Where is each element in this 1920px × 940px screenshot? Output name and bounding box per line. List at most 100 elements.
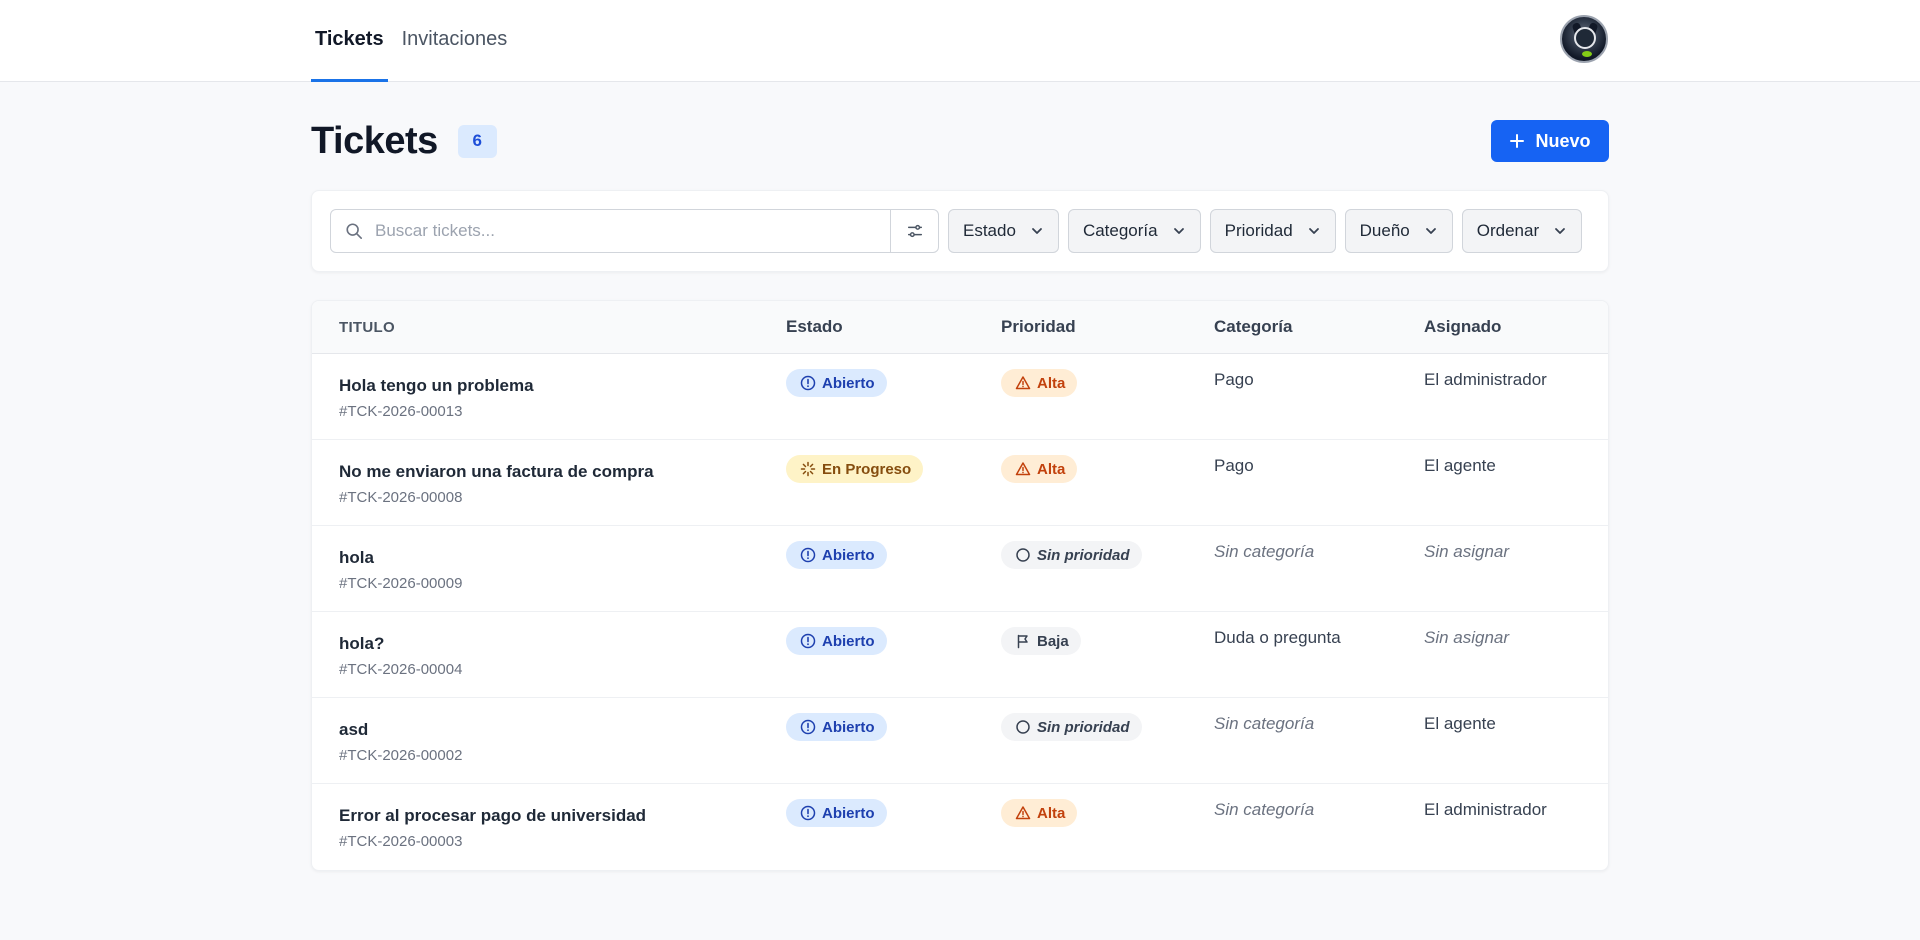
category-cell: Sin categoría [1214, 800, 1315, 819]
new-ticket-button-label: Nuevo [1535, 130, 1591, 151]
ticket-id: #TCK-2026-00013 [339, 403, 463, 420]
priority-cell: Alta [1001, 369, 1078, 397]
table-row[interactable]: Error al procesar pago de universidad #T… [312, 784, 1608, 870]
dueno-filter-label: Dueño [1359, 221, 1410, 240]
tab-tickets-label: Tickets [315, 28, 384, 50]
status-label: Abierto [822, 718, 875, 736]
plus-icon [1510, 134, 1525, 148]
ticket-title[interactable]: asd [339, 720, 462, 740]
ticket-id: #TCK-2026-00004 [339, 661, 463, 678]
page-title: Tickets [311, 119, 438, 162]
status-cell: Abierto [786, 627, 887, 655]
prioridad-filter-label: Prioridad [1224, 221, 1293, 240]
ticket-title[interactable]: hola [339, 548, 462, 568]
dueno-filter-dropdown[interactable]: Dueño [1344, 209, 1453, 253]
priority-badge: Alta [1001, 799, 1078, 827]
table-row[interactable]: No me enviaron una factura de compra #TC… [312, 440, 1608, 526]
status-badge: Abierto [786, 713, 887, 741]
search-box [331, 210, 890, 252]
priority-label: Sin prioridad [1037, 718, 1130, 736]
sliders-icon [907, 224, 922, 238]
assignee-cell: El administrador [1424, 800, 1547, 819]
column-header-prioridad[interactable]: Prioridad [1001, 317, 1076, 337]
ticket-title[interactable]: Error al procesar pago de universidad [339, 806, 646, 826]
ticket-title[interactable]: hola? [339, 634, 462, 654]
column-header-titulo[interactable]: TITULO [339, 319, 395, 336]
priority-label: Alta [1037, 460, 1066, 478]
priority-badge: Sin prioridad [1001, 713, 1142, 741]
category-cell: Sin categoría [1214, 542, 1315, 561]
ordenar-label: Ordenar [1476, 221, 1540, 240]
ticket-title[interactable]: Hola tengo un problema [339, 376, 534, 396]
status-badge: Abierto [786, 627, 887, 655]
status-label: En Progreso [822, 460, 912, 478]
tab-invitaciones[interactable]: Invitaciones [398, 0, 512, 82]
priority-label: Baja [1037, 632, 1069, 650]
status-badge: Abierto [786, 799, 887, 827]
priority-cell: Alta [1001, 799, 1078, 827]
ticket-title[interactable]: No me enviaron una factura de compra [339, 462, 654, 482]
column-header-estado[interactable]: Estado [786, 317, 843, 337]
alert-circle-icon [800, 375, 816, 391]
priority-label: Sin prioridad [1037, 546, 1130, 564]
status-label: Abierto [822, 546, 875, 564]
alert-circle-icon [800, 633, 816, 649]
flag-icon [1017, 634, 1028, 649]
new-ticket-button[interactable]: Nuevo [1491, 120, 1609, 162]
estado-filter-label: Estado [963, 221, 1016, 240]
alert-circle-icon [800, 547, 816, 563]
status-label: Abierto [822, 632, 875, 650]
status-badge: En Progreso [786, 455, 924, 483]
table-row[interactable]: hola? #TCK-2026-00004 Abierto Baja Duda … [312, 612, 1608, 698]
estado-filter-dropdown[interactable]: Estado [948, 209, 1059, 253]
avatar-leaf [1582, 51, 1592, 57]
assignee-cell: Sin asignar [1424, 628, 1510, 647]
tickets-table: TITULO Estado Prioridad Categoría Asigna… [311, 300, 1609, 871]
chevron-down-icon [1555, 228, 1566, 234]
ticket-id: #TCK-2026-00002 [339, 747, 463, 764]
table-row[interactable]: asd #TCK-2026-00002 Abierto Sin priorida… [312, 698, 1608, 784]
alert-circle-icon [800, 805, 816, 821]
assignee-cell: El agente [1424, 456, 1496, 475]
ticket-id: #TCK-2026-00003 [339, 833, 463, 850]
user-avatar[interactable] [1560, 15, 1608, 63]
category-cell: Duda o pregunta [1214, 628, 1341, 647]
column-header-asignado[interactable]: Asignado [1424, 317, 1501, 337]
category-cell: Pago [1214, 456, 1254, 475]
status-badge: Abierto [786, 369, 887, 397]
column-header-categoria[interactable]: Categoría [1214, 317, 1292, 337]
status-label: Abierto [822, 804, 875, 822]
priority-badge: Alta [1001, 369, 1078, 397]
tab-tickets[interactable]: Tickets [311, 0, 388, 82]
top-navigation-bar: Tickets Invitaciones [0, 0, 1920, 82]
priority-cell: Sin prioridad [1001, 713, 1142, 741]
advanced-filter-button[interactable] [890, 210, 938, 252]
status-cell: Abierto [786, 799, 887, 827]
ticket-count-badge: 6 [457, 124, 497, 158]
loader-icon [800, 461, 816, 477]
status-badge: Abierto [786, 541, 887, 569]
category-cell: Pago [1214, 370, 1254, 389]
search-icon [346, 223, 363, 240]
status-label: Abierto [822, 374, 875, 392]
priority-badge: Alta [1001, 455, 1078, 483]
priority-cell: Alta [1001, 455, 1078, 483]
tab-invitaciones-label: Invitaciones [401, 28, 508, 50]
prioridad-filter-dropdown[interactable]: Prioridad [1209, 209, 1336, 253]
ticket-title-cell: Error al procesar pago de universidad #T… [339, 806, 646, 850]
category-cell: Sin categoría [1214, 714, 1315, 733]
ticket-title-cell: hola? #TCK-2026-00004 [339, 634, 462, 678]
table-row[interactable]: hola #TCK-2026-00009 Abierto Sin priorid… [312, 526, 1608, 612]
ordenar-dropdown[interactable]: Ordenar [1461, 209, 1583, 253]
status-cell: Abierto [786, 541, 887, 569]
chevron-down-icon [1032, 228, 1042, 234]
table-row[interactable]: Hola tengo un problema #TCK-2026-00013 A… [312, 354, 1608, 440]
categoria-filter-dropdown[interactable]: Categoría [1067, 209, 1201, 253]
ticket-title-cell: Hola tengo un problema #TCK-2026-00013 [339, 376, 534, 420]
chevron-down-icon [1173, 228, 1184, 234]
avatar-face [1574, 27, 1596, 49]
warning-triangle-icon [1015, 376, 1031, 390]
circle-icon [1016, 720, 1030, 734]
search-input[interactable] [375, 221, 876, 241]
ticket-id: #TCK-2026-00008 [339, 489, 463, 506]
